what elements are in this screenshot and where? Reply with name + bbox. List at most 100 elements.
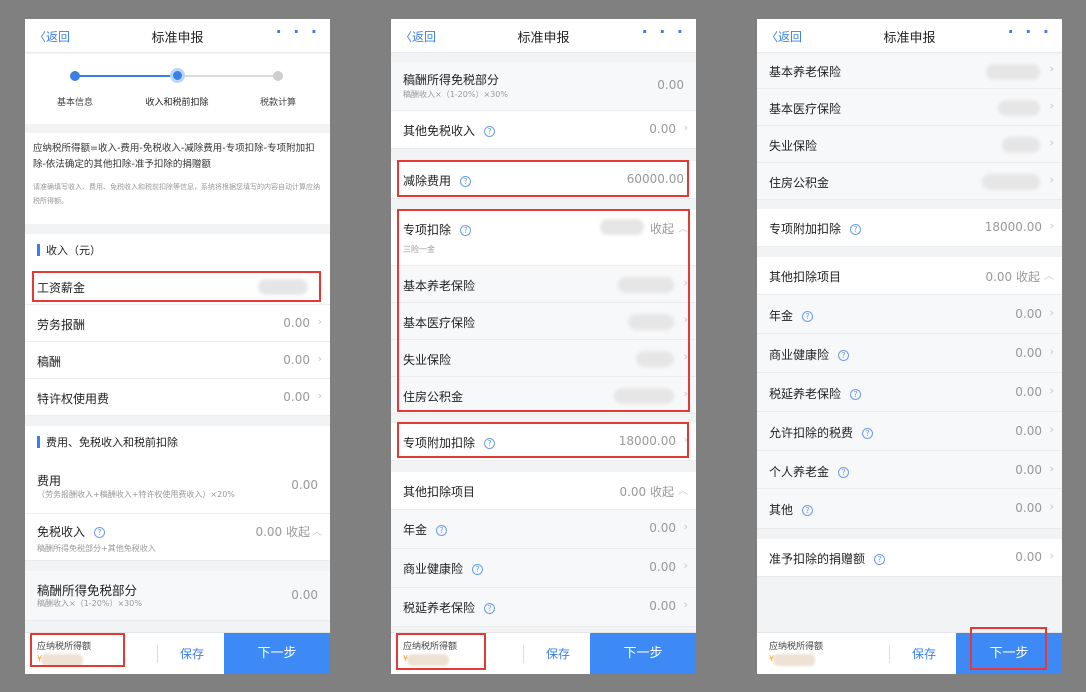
chevron-right-icon: › [1049, 549, 1054, 562]
row-value: 0.00 [1015, 346, 1042, 360]
row-medical[interactable]: 基本医疗保险 › [391, 303, 696, 340]
help-icon[interactable]: ? [802, 311, 814, 322]
phone-screen-deductions: 〈返回 标准申报 · · · 稿酬所得免税部分 稿酬收入×（1-20%）×30%… [391, 19, 696, 674]
row-special-additional[interactable]: 专项附加扣除? 18000.00 › [391, 423, 696, 461]
step-line-done [75, 75, 178, 77]
row-value: 0.00 [1015, 307, 1042, 321]
redacted-value [986, 64, 1040, 80]
help-icon[interactable]: ? [484, 438, 496, 449]
row-others[interactable]: 其他? 0.00 › [757, 489, 1062, 529]
help-icon[interactable]: ? [838, 467, 850, 478]
nav-bar: 〈返回 标准申报 · · · [25, 19, 330, 53]
next-step-button[interactable]: 下一步 [590, 633, 696, 674]
more-icon[interactable]: · · · [642, 22, 686, 41]
row-personal-pension[interactable]: 个人养老金? 0.00 › [757, 451, 1062, 489]
row-royalty-exempt[interactable]: 稿酬所得免税部分 稿酬收入×（1-20%）×30% 0.00 [25, 571, 330, 621]
row-franchise[interactable]: 特许权使用费 0.00 › [25, 379, 330, 416]
row-label: 基本养老保险 [403, 279, 476, 293]
step-label-tax: 税款计算 [259, 98, 296, 108]
redacted-taxable-income [41, 654, 83, 666]
chevron-right-icon: › [683, 598, 688, 611]
row-deferred-pension[interactable]: 税延养老保险? 0.00 › [391, 588, 696, 627]
row-label: 其他免税收入? [403, 122, 496, 139]
help-icon[interactable]: ? [862, 428, 874, 439]
help-icon[interactable]: ? [802, 505, 814, 516]
chevron-right-icon: › [317, 389, 322, 402]
row-value: 0.00 [649, 599, 676, 613]
row-sub: 三险一金 [403, 245, 435, 254]
step-dot-1 [70, 71, 80, 81]
row-standard-deduction[interactable]: 减除费用? 60000.00 [391, 161, 696, 199]
row-value: 0.00 [283, 316, 310, 330]
save-button[interactable]: 保存 [168, 645, 216, 662]
row-label: 个人养老金? [769, 463, 850, 480]
help-icon[interactable]: ? [460, 225, 472, 236]
row-royalty-exempt[interactable]: 稿酬所得免税部分 稿酬收入×（1-20%）×30% 0.00 [391, 62, 696, 111]
row-housing-fund[interactable]: 住房公积金 › [757, 163, 1062, 200]
help-icon[interactable]: ? [850, 224, 862, 235]
nav-bar: 〈返回 标准申报 · · · [391, 19, 696, 53]
chevron-right-icon: › [1049, 384, 1054, 397]
row-annuity[interactable]: 年金? 0.00 › [391, 510, 696, 549]
help-icon[interactable]: ? [472, 564, 484, 575]
row-housing-fund[interactable]: 住房公积金 › [391, 377, 696, 414]
row-donation[interactable]: 准予扣除的捐赠额? 0.00 › [757, 539, 1062, 577]
row-salary[interactable]: 工资薪金 › [25, 268, 330, 305]
help-icon[interactable]: ? [874, 554, 886, 565]
section-accent-bar [37, 436, 40, 448]
help-icon[interactable]: ? [436, 525, 448, 536]
next-step-button[interactable]: 下一步 [224, 633, 330, 674]
row-health-insurance[interactable]: 商业健康险? 0.00 › [391, 549, 696, 588]
row-expense[interactable]: 费用 （劳务报酬收入+稿酬收入+特许权使用费收入）×20% 0.00 [25, 460, 330, 514]
row-label: 稿酬 [37, 355, 62, 369]
row-pension[interactable]: 基本养老保险 › [757, 54, 1062, 89]
row-health-insurance[interactable]: 商业健康险? 0.00 › [757, 334, 1062, 373]
row-label: 其他扣除项目 [769, 270, 842, 284]
row-pension[interactable]: 基本养老保险 › [391, 266, 696, 303]
row-special-additional[interactable]: 专项附加扣除? 18000.00 › [757, 209, 1062, 247]
row-label: 商业健康险? [769, 346, 850, 363]
row-label: 税延养老保险? [769, 385, 862, 402]
help-icon[interactable]: ? [838, 350, 850, 361]
row-label: 专项附加扣除? [403, 434, 496, 451]
row-annuity[interactable]: 年金? 0.00 › [757, 295, 1062, 334]
row-other-deductions[interactable]: 其他扣除项目 0.00 收起 ︿ [757, 257, 1062, 295]
row-value[interactable]: 0.00 收起 [255, 523, 310, 540]
row-value: 0.00 [1015, 424, 1042, 438]
row-medical[interactable]: 基本医疗保险 › [757, 89, 1062, 126]
redacted-value [982, 174, 1040, 190]
help-icon[interactable]: ? [484, 126, 496, 137]
row-sub: 稿酬所得免税部分+其他免税收入 [37, 544, 156, 553]
chevron-up-icon: ︿ [1044, 271, 1054, 282]
more-icon[interactable]: · · · [276, 22, 320, 41]
row-other-deductions[interactable]: 其他扣除项目 0.00 收起 ︿ [391, 472, 696, 510]
chevron-up-icon: ︿ [678, 224, 688, 235]
help-icon[interactable]: ? [460, 176, 472, 187]
row-value[interactable]: 0.00 收起 [619, 483, 674, 500]
row-unemployment[interactable]: 失业保险 › [757, 126, 1062, 163]
collapse-toggle[interactable]: 收起 [650, 220, 674, 237]
row-unemployment[interactable]: 失业保险 › [391, 340, 696, 377]
row-labor[interactable]: 劳务报酬 0.00 › [25, 305, 330, 342]
help-icon[interactable]: ? [850, 389, 862, 400]
row-special-deduction[interactable]: 专项扣除? 收起 ︿ 三险一金 [391, 210, 696, 266]
help-icon[interactable]: ? [484, 603, 496, 614]
row-sub: 稿酬收入×（1-20%）×30% [37, 599, 142, 608]
chevron-right-icon: › [1049, 173, 1054, 186]
help-icon[interactable]: ? [94, 527, 106, 538]
chevron-right-icon: › [683, 350, 688, 363]
row-royalty[interactable]: 稿酬 0.00 › [25, 342, 330, 379]
row-tax-allowed[interactable]: 允许扣除的税费? 0.00 › [757, 412, 1062, 451]
row-exempt[interactable]: 免税收入? 0.00 收起 ︿ 稿酬所得免税部分+其他免税收入 [25, 514, 330, 561]
row-deferred-pension[interactable]: 税延养老保险? 0.00 › [757, 373, 1062, 412]
next-step-button[interactable]: 下一步 [956, 633, 1062, 674]
footer-bar: 应纳税所得额 ¥ 保存 下一步 [391, 632, 696, 674]
step-line-todo [178, 75, 278, 77]
more-icon[interactable]: · · · [1008, 22, 1052, 41]
save-button[interactable]: 保存 [534, 645, 582, 662]
row-label: 专项附加扣除? [769, 220, 862, 237]
row-value: 0.00 [291, 588, 318, 602]
save-button[interactable]: 保存 [900, 645, 948, 662]
row-value[interactable]: 0.00 收起 [985, 268, 1040, 285]
row-other-exempt[interactable]: 其他免税收入? 0.00 › [391, 111, 696, 149]
